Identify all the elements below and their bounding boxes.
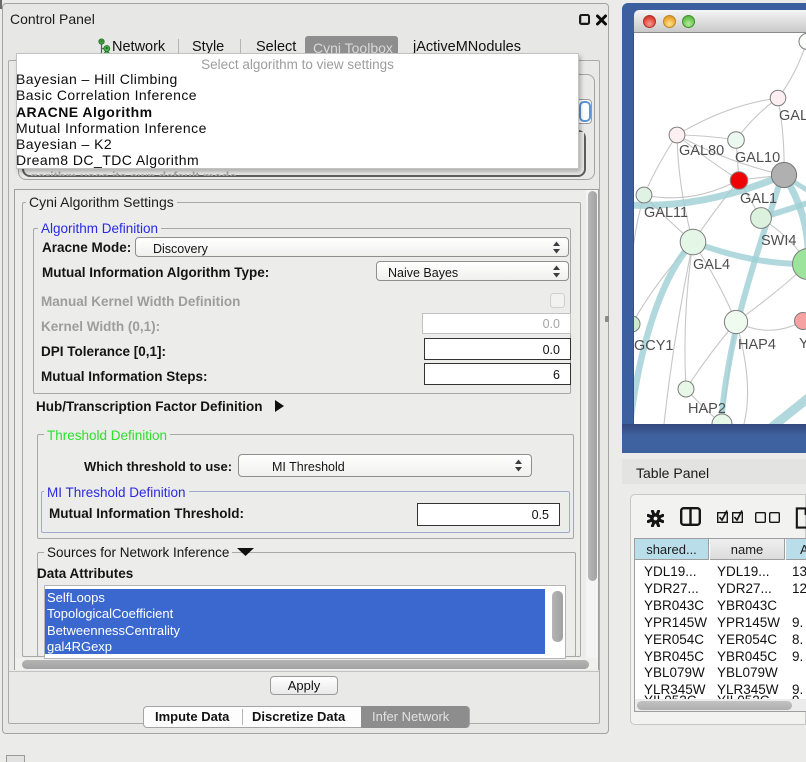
svg-text:GAL1: GAL1 — [740, 191, 777, 207]
svg-text:GCY1: GCY1 — [634, 338, 674, 354]
svg-text:Y: Y — [799, 336, 806, 352]
svg-text:GAL10: GAL10 — [735, 150, 780, 166]
svg-text:SWI4: SWI4 — [761, 233, 796, 249]
svg-text:GAL80: GAL80 — [679, 143, 724, 159]
svg-text:HAP2: HAP2 — [688, 401, 726, 417]
svg-text:HAP4: HAP4 — [738, 337, 776, 353]
svg-text:GAL11: GAL11 — [644, 205, 688, 221]
svg-text:GAL: GAL — [779, 108, 806, 124]
svg-text:GAL4: GAL4 — [693, 257, 730, 273]
